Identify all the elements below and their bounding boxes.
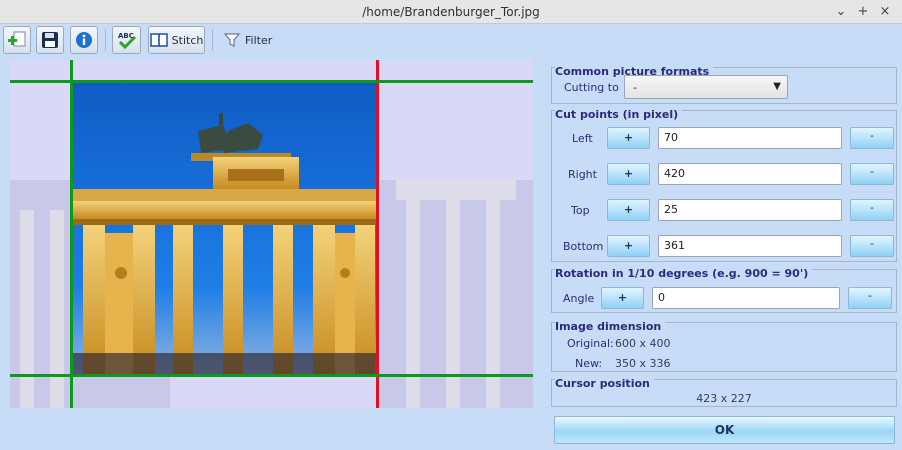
floppy-disk-icon <box>42 32 58 48</box>
new-label: New: <box>575 357 603 370</box>
bottom-plus-button[interactable]: + <box>607 235 650 257</box>
window-title: /home/Brandenburger_Tor.jpg <box>362 5 540 19</box>
crop-line-left[interactable] <box>70 60 73 408</box>
minimize-button[interactable]: ⌄ <box>832 3 850 21</box>
toolbar: ABC Stitch Filter <box>0 24 902 56</box>
maximize-button[interactable]: + <box>854 3 872 21</box>
info-button[interactable] <box>70 26 98 54</box>
angle-input[interactable]: 0 <box>652 287 840 309</box>
image-preview[interactable] <box>10 60 533 408</box>
abc-check-icon: ABC <box>118 32 136 50</box>
filter-icon <box>223 33 241 47</box>
cutting-to-value: - <box>633 81 637 94</box>
add-image-button[interactable] <box>3 26 31 54</box>
left-input[interactable]: 70 <box>658 127 842 149</box>
dropdown-arrow-icon: ▼ <box>773 81 781 92</box>
cutting-to-dropdown[interactable]: - ▼ <box>624 75 788 99</box>
save-button[interactable] <box>36 26 64 54</box>
title-bar: /home/Brandenburger_Tor.jpg ⌄ + × <box>0 0 902 24</box>
filter-button[interactable]: Filter <box>223 26 279 54</box>
top-plus-button[interactable]: + <box>607 199 650 221</box>
right-label: Right <box>568 168 597 181</box>
right-minus-button[interactable]: - <box>850 163 894 185</box>
right-plus-button[interactable]: + <box>607 163 650 185</box>
dimension-title: Image dimension <box>555 320 666 333</box>
original-value: 600 x 400 <box>615 337 671 350</box>
spellcheck-button[interactable]: ABC <box>112 26 141 54</box>
stitch-icon <box>149 33 168 47</box>
left-label: Left <box>572 132 593 145</box>
filter-label: Filter <box>245 33 273 47</box>
angle-plus-button[interactable]: + <box>601 287 644 309</box>
top-minus-button[interactable]: - <box>850 199 894 221</box>
cutting-to-label: Cutting to <box>564 81 619 94</box>
stitch-label: Stitch <box>171 33 204 47</box>
crop-line-bottom[interactable] <box>10 374 533 377</box>
toolbar-separator <box>105 29 106 51</box>
cut-points-title: Cut points (in pixel) <box>555 108 683 121</box>
top-label: Top <box>571 204 590 217</box>
angle-minus-button[interactable]: - <box>848 287 892 309</box>
angle-label: Angle <box>563 292 595 305</box>
bottom-minus-button[interactable]: - <box>850 235 894 257</box>
cursor-position-value: 423 x 227 <box>696 392 752 405</box>
top-input[interactable]: 25 <box>658 199 842 221</box>
new-value: 350 x 336 <box>615 357 671 370</box>
photo-brandenburg-gate <box>73 83 376 375</box>
left-plus-button[interactable]: + <box>607 127 650 149</box>
rotation-title: Rotation in 1/10 degrees (e.g. 900 = 90'… <box>555 267 813 280</box>
info-icon <box>76 32 92 48</box>
crop-line-top[interactable] <box>10 80 533 83</box>
ok-button[interactable]: OK <box>554 416 895 444</box>
left-minus-button[interactable]: - <box>850 127 894 149</box>
bottom-label: Bottom <box>563 240 604 253</box>
add-image-icon <box>8 31 26 47</box>
toolbar-separator <box>212 29 213 51</box>
close-button[interactable]: × <box>876 3 894 21</box>
original-label: Original: <box>567 337 614 350</box>
stitch-button[interactable]: Stitch <box>148 26 205 54</box>
right-input[interactable]: 420 <box>658 163 842 185</box>
cursor-position-title: Cursor position <box>555 377 654 390</box>
crop-line-right[interactable] <box>376 60 379 408</box>
bottom-input[interactable]: 361 <box>658 235 842 257</box>
